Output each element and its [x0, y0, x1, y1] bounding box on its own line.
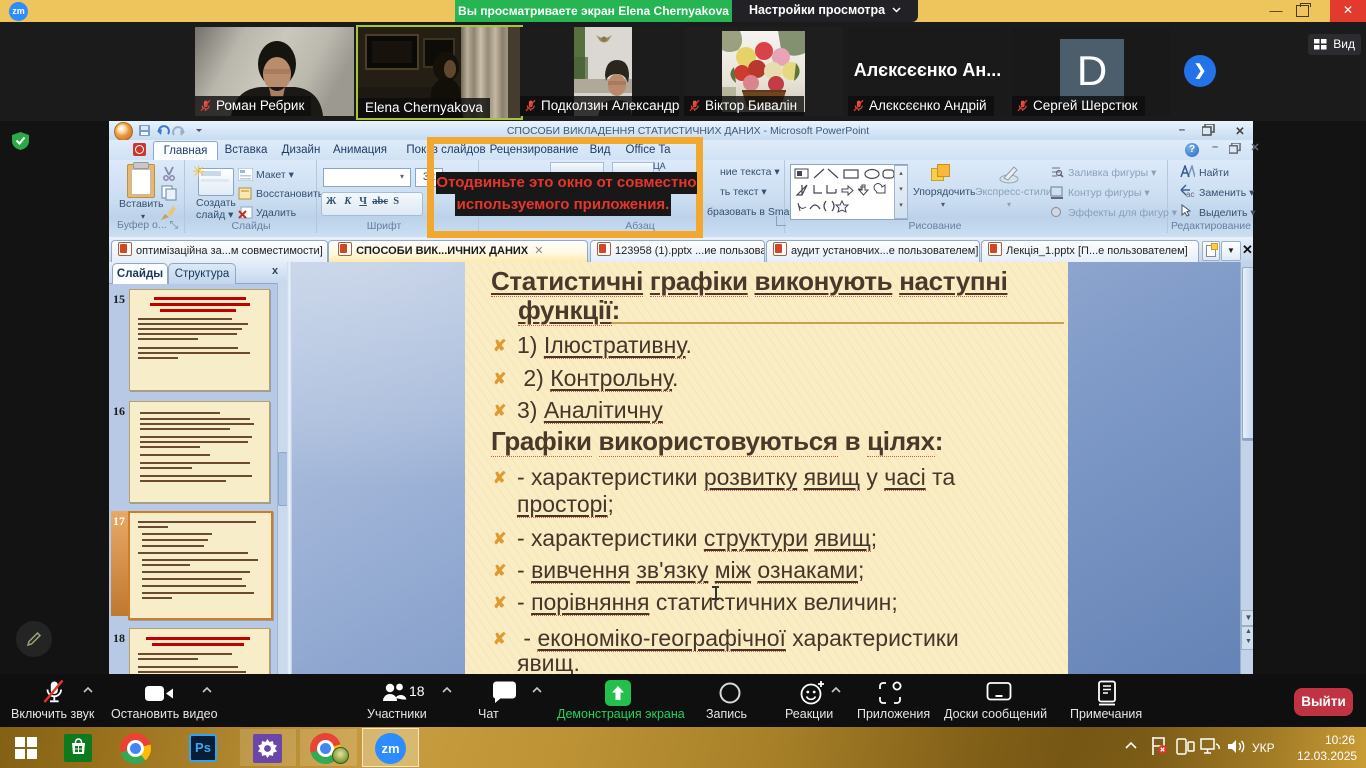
svg-text:ac: ac — [1186, 190, 1194, 198]
